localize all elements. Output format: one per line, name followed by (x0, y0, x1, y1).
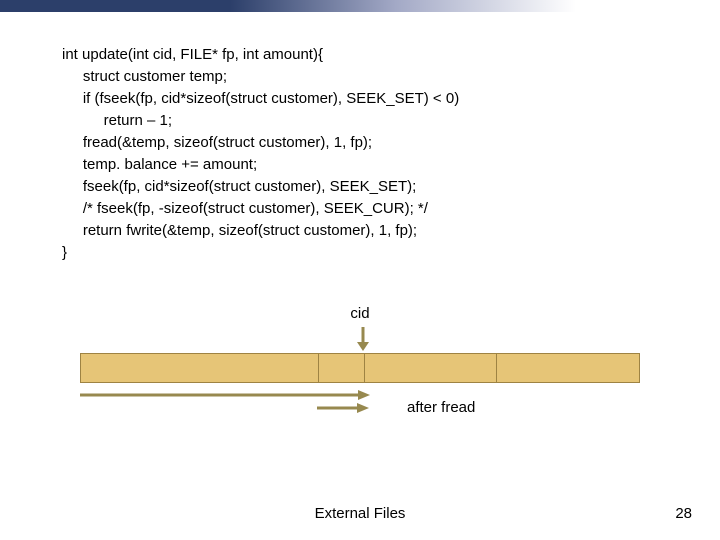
code-line: if (fseek(fp, cid*sizeof(struct customer… (62, 90, 459, 107)
record-box (80, 353, 640, 383)
cid-label: cid (80, 305, 640, 322)
arrow-down-icon (356, 327, 370, 351)
record-divider (318, 354, 319, 382)
code-line: fseek(fp, cid*sizeof(struct customer), S… (62, 178, 416, 195)
arrow-right-short-icon (317, 403, 369, 413)
code-line: temp. balance += amount; (62, 156, 257, 173)
code-line: /* fseek(fp, -sizeof(struct customer), S… (62, 200, 428, 217)
diagram: cid after fread (80, 305, 640, 435)
code-line: int update(int cid, FILE* fp, int amount… (62, 46, 323, 63)
arrow-right-long-icon (80, 390, 370, 400)
code-block: int update(int cid, FILE* fp, int amount… (62, 22, 459, 264)
footer-title: External Files (0, 505, 720, 522)
record-divider (496, 354, 497, 382)
after-fread-label: after fread (407, 399, 475, 416)
title-bar (0, 0, 720, 12)
page-number: 28 (675, 505, 692, 522)
code-line: } (62, 244, 67, 261)
code-line: return – 1; (62, 112, 172, 129)
code-line: fread(&temp, sizeof(struct customer), 1,… (62, 134, 372, 151)
code-line: struct customer temp; (62, 68, 227, 85)
record-divider (364, 354, 365, 382)
code-line: return fwrite(&temp, sizeof(struct custo… (62, 222, 417, 239)
